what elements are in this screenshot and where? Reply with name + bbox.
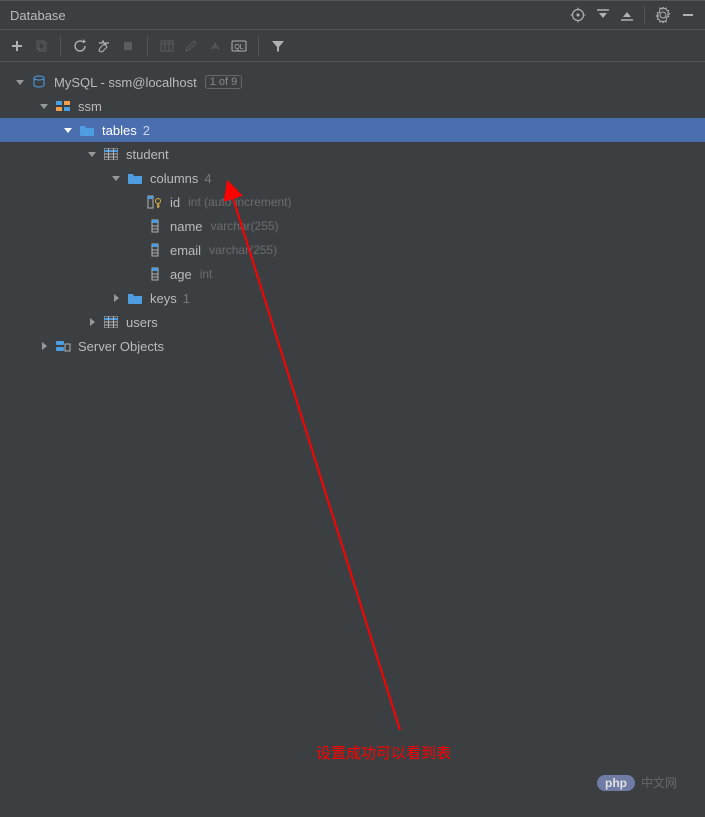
chevron-right-icon — [86, 316, 98, 328]
filter-button[interactable] — [267, 35, 289, 57]
watermark-brand: php — [597, 775, 635, 791]
panel-title: Database — [10, 8, 66, 23]
table-users-label: users — [126, 315, 158, 330]
schema-label: ssm — [78, 99, 102, 114]
database-tree: MySQL - ssm@localhost 1 of 9 ssm tables … — [0, 62, 705, 366]
schema-row[interactable]: ssm — [0, 94, 705, 118]
tables-node-row[interactable]: tables 2 — [0, 118, 705, 142]
keys-count: 1 — [183, 291, 190, 306]
database-icon — [30, 74, 48, 90]
table-editor-button[interactable] — [156, 35, 178, 57]
expand-top-icon[interactable] — [596, 8, 610, 22]
toolbar: QL — [0, 30, 705, 62]
column-name-row[interactable]: name varchar(255) — [0, 214, 705, 238]
server-objects-label: Server Objects — [78, 339, 164, 354]
connection-badge: 1 of 9 — [205, 75, 243, 89]
tables-node-label: tables — [102, 123, 137, 138]
connection-row[interactable]: MySQL - ssm@localhost 1 of 9 — [0, 70, 705, 94]
table-student-row[interactable]: student — [0, 142, 705, 166]
chevron-down-icon — [110, 172, 122, 184]
folder-icon — [78, 122, 96, 138]
column-age-type: int — [200, 267, 213, 281]
server-objects-icon — [54, 338, 72, 354]
watermark: php 中文网 — [597, 774, 677, 791]
columns-count: 4 — [204, 171, 211, 186]
query-console-button[interactable]: QL — [228, 35, 250, 57]
copy-button[interactable] — [30, 35, 52, 57]
expand-bottom-icon[interactable] — [620, 8, 634, 22]
edit-button[interactable] — [180, 35, 202, 57]
column-icon — [146, 218, 164, 234]
minimize-icon[interactable] — [681, 8, 695, 22]
watermark-text: 中文网 — [641, 774, 677, 791]
column-age-label: age — [170, 267, 192, 282]
column-email-label: email — [170, 243, 201, 258]
annotation-text: 设置成功可以看到表 — [316, 742, 451, 763]
chevron-right-icon — [38, 340, 50, 352]
column-email-row[interactable]: email varchar(255) — [0, 238, 705, 262]
properties-button[interactable] — [93, 35, 115, 57]
panel-title-bar: Database — [0, 0, 705, 30]
svg-text:QL: QL — [234, 44, 243, 51]
table-icon — [102, 314, 120, 330]
target-icon[interactable] — [570, 7, 586, 23]
column-id-label: id — [170, 195, 180, 210]
primary-key-column-icon — [146, 194, 164, 210]
table-users-row[interactable]: users — [0, 310, 705, 334]
keys-node-label: keys — [150, 291, 177, 306]
tables-count: 2 — [143, 123, 150, 138]
keys-node-row[interactable]: keys 1 — [0, 286, 705, 310]
chevron-down-icon — [38, 100, 50, 112]
schema-icon — [54, 98, 72, 114]
folder-icon — [126, 170, 144, 186]
table-icon — [102, 146, 120, 162]
table-student-label: student — [126, 147, 169, 162]
column-email-type: varchar(255) — [209, 243, 277, 257]
column-name-label: name — [170, 219, 203, 234]
columns-node-label: columns — [150, 171, 198, 186]
column-age-row[interactable]: age int — [0, 262, 705, 286]
column-id-type: int (auto increment) — [188, 195, 291, 209]
column-icon — [146, 266, 164, 282]
column-name-type: varchar(255) — [211, 219, 279, 233]
refresh-button[interactable] — [69, 35, 91, 57]
stop-button[interactable] — [117, 35, 139, 57]
chevron-right-icon — [110, 292, 122, 304]
chevron-down-icon — [14, 76, 26, 88]
chevron-down-icon — [86, 148, 98, 160]
navigate-button[interactable] — [204, 35, 226, 57]
server-objects-row[interactable]: Server Objects — [0, 334, 705, 358]
columns-node-row[interactable]: columns 4 — [0, 166, 705, 190]
add-button[interactable] — [6, 35, 28, 57]
column-icon — [146, 242, 164, 258]
chevron-down-icon — [62, 124, 74, 136]
folder-icon — [126, 290, 144, 306]
column-id-row[interactable]: id int (auto increment) — [0, 190, 705, 214]
connection-label: MySQL - ssm@localhost — [54, 75, 197, 90]
gear-icon[interactable] — [655, 7, 671, 23]
